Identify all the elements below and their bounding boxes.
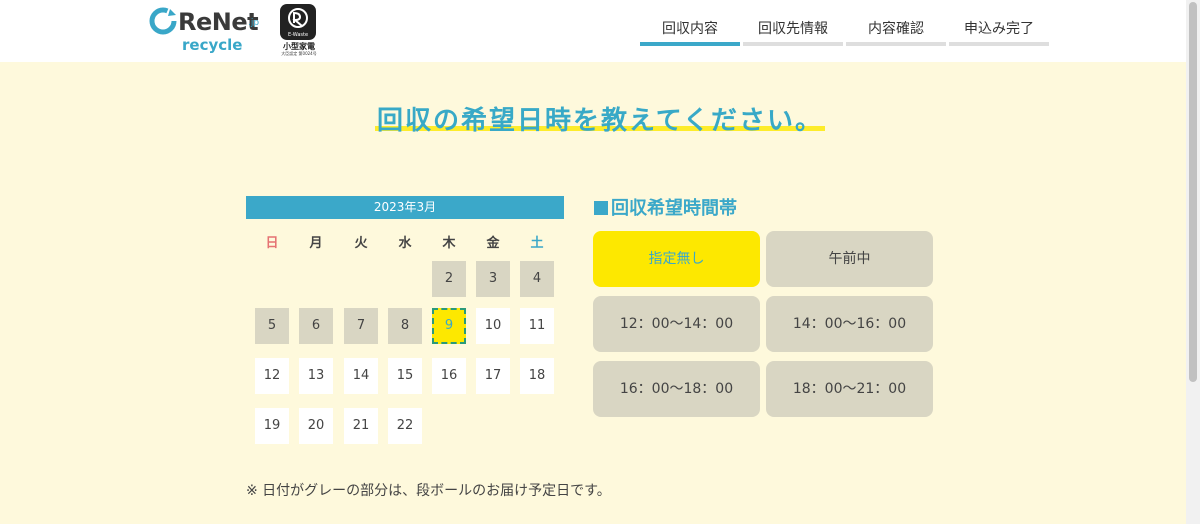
scrollbar[interactable] [1186,0,1200,524]
calendar-day[interactable]: 11 [520,308,554,344]
renet-logo[interactable]: ReNet .jp recycle [148,6,263,58]
calendar-day[interactable]: 10 [476,308,510,344]
logo-brand: ReNet [178,8,259,36]
ewaste-mark-text: E-Waste [288,32,308,38]
calendar-day[interactable]: 9 [432,308,466,344]
calendar-day: 4 [520,261,554,297]
time-slot-button[interactable]: 12：00〜14：00 [593,296,760,352]
time-slot-button[interactable]: 16：00〜18：00 [593,361,760,417]
calendar-day[interactable]: 21 [344,408,378,444]
calendar-day: 5 [255,308,289,344]
calendar-day[interactable]: 14 [344,358,378,394]
recycle-ring-icon [149,7,177,35]
square-bullet-icon [594,201,608,215]
calendar-day[interactable]: 13 [299,358,333,394]
page-title-text: 回収の希望日時を教えてください。 [375,100,825,137]
calendar-day: 2 [432,261,466,297]
calendar-note: ※ 日付がグレーの部分は、段ボールのお届け予定日です。 [246,483,611,499]
step-confirm: 内容確認 [846,14,946,46]
step-complete: 申込み完了 [949,14,1049,46]
site-header: ReNet .jp recycle E-Waste 小型家電 大臣認定 第002… [0,0,1200,62]
ewaste-sub: 大臣認定 第0024号 [281,51,317,56]
calendar-day: 8 [388,308,422,344]
calendar-day[interactable]: 15 [388,358,422,394]
time-slot-button[interactable]: 18：00〜21：00 [766,361,933,417]
calendar-day[interactable]: 12 [255,358,289,394]
time-slot-button[interactable]: 午前中 [766,231,933,287]
calendar-day[interactable]: 17 [476,358,510,394]
calendar-day[interactable]: 16 [432,358,466,394]
weekday-label: 火 [354,236,368,251]
logo-domain: .jp [248,18,260,28]
calendar-day: 7 [344,308,378,344]
calendar-month: 2023年3月 [246,196,564,219]
page-title: 回収の希望日時を教えてください。 [0,100,1200,137]
time-slot-button[interactable]: 指定無し [593,231,760,287]
weekday-label: 水 [398,236,412,251]
ewaste-badge: E-Waste 小型家電 大臣認定 第0024号 [276,4,324,58]
time-slot-heading: 回収希望時間帯 [594,194,737,220]
step-collection-content: 回収内容 [640,14,740,46]
calendar-day[interactable]: 22 [388,408,422,444]
weekday-label: 金 [486,236,500,251]
calendar-day[interactable]: 18 [520,358,554,394]
time-slot-button[interactable]: 14：00〜16：00 [766,296,933,352]
calendar-day[interactable]: 19 [255,408,289,444]
scroll-thumb[interactable] [1189,2,1197,382]
time-slot-title: 回収希望時間帯 [611,198,737,219]
weekday-label: 日 [265,236,279,251]
weekday-label: 木 [442,236,456,251]
weekday-label: 土 [530,236,544,251]
step-collection-info: 回収先情報 [743,14,843,46]
ewaste-mark-icon: E-Waste [280,4,316,40]
weekday-label: 月 [309,236,323,251]
calendar-day: 6 [299,308,333,344]
calendar-day[interactable]: 20 [299,408,333,444]
calendar-day: 3 [476,261,510,297]
logo-sub: recycle [182,36,243,54]
